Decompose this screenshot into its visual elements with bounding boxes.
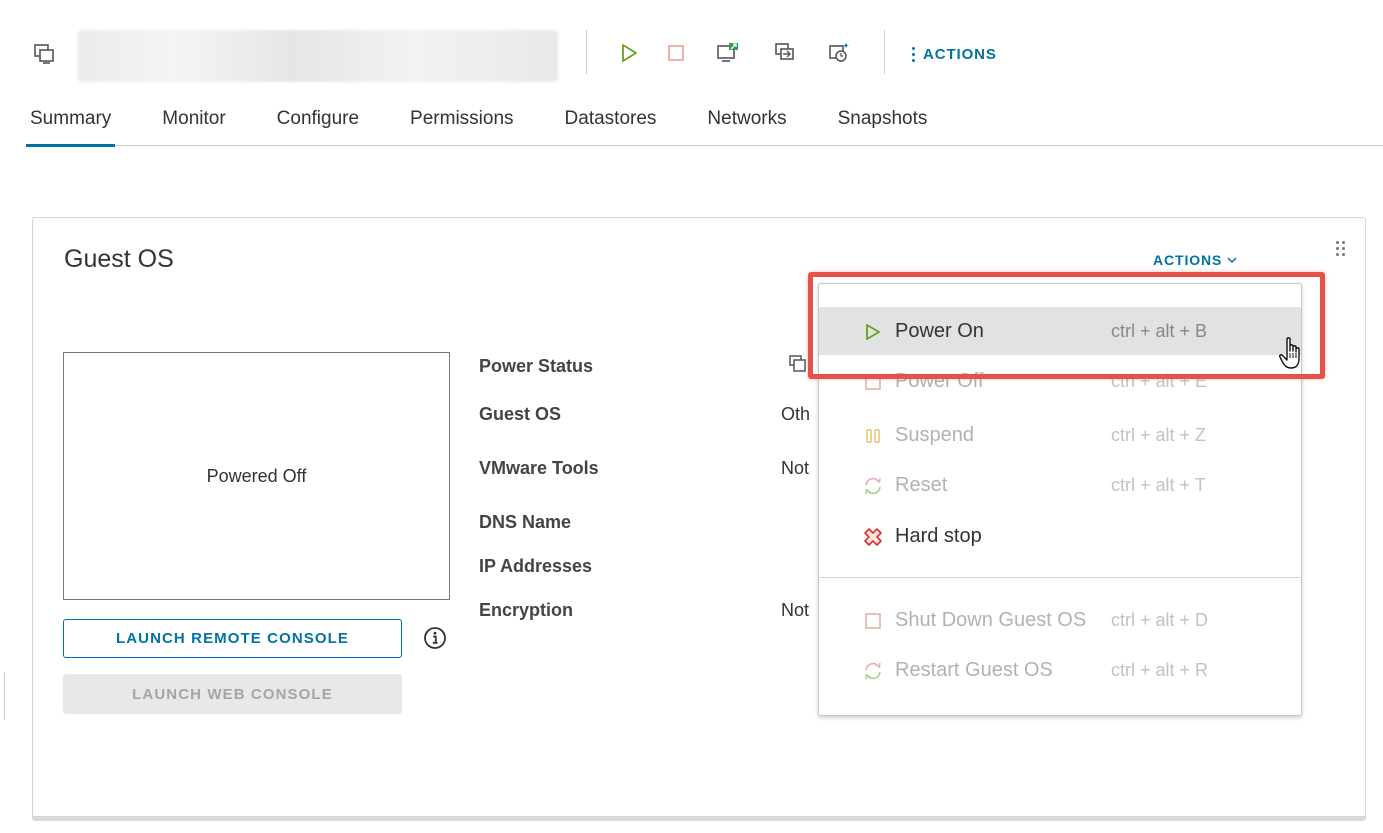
hard-stop-icon (863, 527, 883, 547)
tab-networks[interactable]: Networks (703, 104, 790, 146)
tab-snapshots[interactable]: Snapshots (834, 104, 932, 146)
migrate-icon (775, 43, 794, 60)
menu-item-shortcut: ctrl + alt + Z (1111, 424, 1207, 445)
tab-datastores[interactable]: Datastores (561, 104, 661, 146)
menu-item-shortcut: ctrl + alt + D (1111, 609, 1209, 630)
power-actions-dropdown: Power On ctrl + alt + B Power Off ctrl +… (818, 283, 1302, 716)
card-title: Guest OS (64, 245, 174, 273)
play-icon (863, 322, 883, 342)
vm-name-redacted (78, 30, 558, 82)
snapshot-icon (829, 43, 849, 62)
prop-label-encryption: Encryption (479, 600, 574, 620)
menu-item-shortcut: ctrl + alt + E (1111, 370, 1208, 391)
power-off-toolbar-button[interactable] (663, 40, 689, 66)
menu-item-label: Power On (895, 319, 984, 342)
tab-bar: Summary Monitor Configure Permissions Da… (26, 104, 1383, 147)
header-actions-menu[interactable]: ACTIONS (912, 43, 997, 65)
prop-value-guest-os: Oth (781, 404, 811, 424)
prop-label-power-status: Power Status (479, 356, 594, 376)
console-preview[interactable]: Powered Off (63, 352, 450, 600)
migrate-toolbar-button[interactable] (772, 40, 798, 66)
vertical-ellipsis-icon (912, 46, 915, 62)
menu-item-suspend: Suspend ctrl + alt + Z (819, 411, 1301, 459)
powered-off-status-icon (789, 355, 806, 372)
stop-icon (863, 611, 883, 631)
menu-item-reset: Reset ctrl + alt + T (819, 461, 1301, 509)
pause-icon (863, 426, 883, 446)
vm-icon (34, 44, 54, 64)
prop-label-vmware-tools: VMware Tools (479, 458, 599, 478)
toolbar-separator (586, 30, 587, 74)
menu-item-shortcut: ctrl + alt + R (1111, 659, 1209, 680)
snapshot-toolbar-button[interactable] (826, 40, 852, 66)
menu-item-shortcut: ctrl + alt + B (1111, 320, 1208, 341)
prop-label-dns-name: DNS Name (479, 512, 572, 532)
menu-item-label: Power Off (895, 369, 984, 392)
restart-icon (863, 661, 883, 681)
stop-icon (668, 45, 684, 61)
object-header: ACTIONS (0, 0, 1383, 100)
play-icon (622, 44, 637, 62)
launch-web-console-button: LAUNCH WEB CONSOLE (63, 674, 402, 714)
menu-item-power-off: Power Off ctrl + alt + E (819, 357, 1301, 405)
menu-item-label: Shut Down Guest OS (895, 608, 1087, 631)
info-icon[interactable] (423, 626, 447, 650)
menu-item-label: Hard stop (895, 524, 982, 547)
drag-handle-icon[interactable] (1336, 241, 1346, 257)
console-status-text: Powered Off (206, 465, 307, 486)
card-actions-label: ACTIONS (1153, 252, 1223, 268)
menu-divider (819, 577, 1301, 578)
menu-item-label: Reset (895, 473, 948, 496)
header-actions-label: ACTIONS (923, 45, 997, 63)
tab-monitor[interactable]: Monitor (158, 104, 229, 146)
menu-item-shut-down-guest-os: Shut Down Guest OS ctrl + alt + D (819, 596, 1301, 644)
edge-mark (4, 672, 5, 720)
prop-label-ip-addresses: IP Addresses (479, 556, 593, 576)
launch-console-toolbar-button[interactable] (715, 40, 741, 66)
tab-summary[interactable]: Summary (26, 104, 116, 147)
stop-icon (863, 372, 883, 392)
prop-value-vmware-tools: Not (781, 458, 810, 478)
tab-permissions[interactable]: Permissions (406, 104, 517, 146)
prop-label-guest-os: Guest OS (479, 404, 562, 424)
prop-value-encryption: Not (781, 600, 810, 620)
toolbar-separator (884, 30, 885, 74)
reset-icon (863, 476, 883, 496)
menu-item-hard-stop[interactable]: Hard stop (819, 512, 1301, 560)
chevron-down-icon (1227, 257, 1237, 264)
menu-item-shortcut: ctrl + alt + T (1111, 474, 1206, 495)
menu-item-restart-guest-os: Restart Guest OS ctrl + alt + R (819, 646, 1301, 694)
launch-remote-console-button[interactable]: LAUNCH REMOTE CONSOLE (63, 619, 402, 658)
card-actions-dropdown[interactable]: ACTIONS (1153, 252, 1237, 268)
menu-item-label: Suspend (895, 423, 974, 446)
console-icon (717, 43, 738, 62)
tab-configure[interactable]: Configure (273, 104, 363, 146)
menu-item-label: Restart Guest OS (895, 658, 1053, 681)
menu-item-power-on[interactable]: Power On ctrl + alt + B (819, 307, 1301, 355)
power-on-toolbar-button[interactable] (616, 40, 642, 66)
